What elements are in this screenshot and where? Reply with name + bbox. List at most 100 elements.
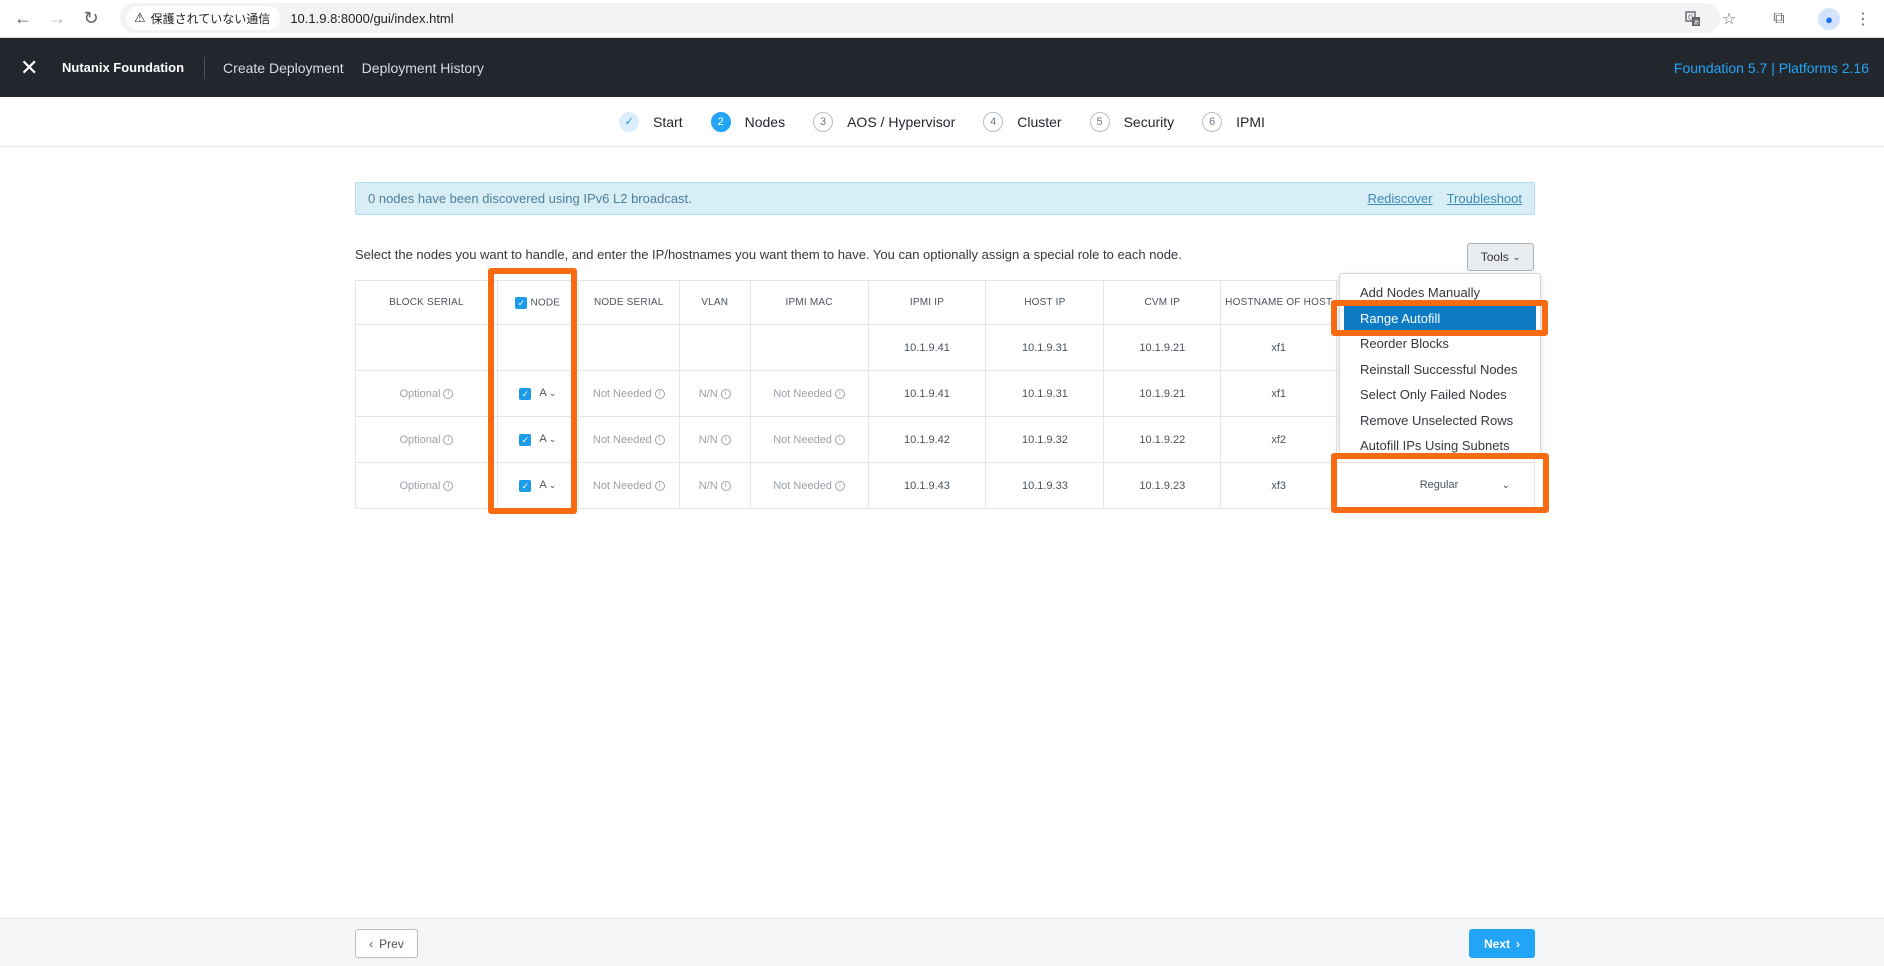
ipmi-ip-cell[interactable]: 10.1.9.42: [867, 416, 987, 463]
step-cluster[interactable]: 4 Cluster: [983, 111, 1062, 132]
forward-button[interactable]: →: [40, 2, 74, 36]
select-all-checkbox[interactable]: ✓: [515, 296, 528, 309]
nav-deployment-history[interactable]: Deployment History: [362, 60, 484, 76]
block-serial-placeholder: Optional: [399, 479, 441, 492]
app-header: ✕ Nutanix Foundation Create Deployment D…: [0, 38, 1884, 97]
col-header-ipmi-ip: IPMI IP: [867, 280, 987, 325]
col-header-node-label: NODE: [530, 297, 561, 309]
node-position[interactable]: A: [539, 387, 546, 399]
cvm-ip-cell[interactable]: 10.1.9.21: [1103, 370, 1222, 417]
back-button[interactable]: ←: [6, 2, 40, 36]
node-serial-cell[interactable]: Not Needed i: [577, 462, 680, 509]
autofill-vlan[interactable]: [678, 324, 751, 371]
nav-create-deployment[interactable]: Create Deployment: [223, 60, 344, 76]
row-checkbox[interactable]: ✓: [519, 387, 532, 400]
menu-item-range-autofill[interactable]: Range Autofill: [1344, 305, 1536, 331]
node-serial-placeholder: Not Needed: [592, 479, 652, 492]
host-ip-cell[interactable]: 10.1.9.33: [985, 462, 1105, 509]
translate-icon[interactable]: Gあ: [1676, 2, 1710, 36]
block-serial-cell[interactable]: Optional i: [355, 462, 498, 509]
autofill-node-serial[interactable]: [577, 324, 680, 371]
ipmi-mac-cell[interactable]: Not Needed i: [749, 370, 869, 417]
autofill-block-serial[interactable]: [355, 324, 498, 371]
bookmark-star-icon[interactable]: ☆: [1712, 2, 1746, 36]
role-select-value: Regular: [1419, 479, 1459, 491]
autofill-ipmi-mac[interactable]: [749, 324, 869, 371]
next-button[interactable]: Next ›: [1469, 929, 1535, 958]
menu-item-add-nodes-manually[interactable]: Add Nodes Manually: [1340, 280, 1540, 306]
vlan-cell[interactable]: N/N i: [678, 462, 751, 509]
step-security[interactable]: 5 Security: [1089, 111, 1174, 132]
ipmi-ip-cell[interactable]: 10.1.9.41: [867, 370, 987, 417]
menu-item-remove-unselected-rows[interactable]: Remove Unselected Rows: [1340, 408, 1540, 434]
discovery-alert: 0 nodes have been discovered using IPv6 …: [355, 182, 1535, 215]
browser-menu-icon[interactable]: ⋮: [1846, 2, 1880, 36]
node-cell[interactable]: ✓ A ⌄: [496, 416, 579, 463]
nutanix-logo-icon[interactable]: ✕: [20, 56, 44, 79]
menu-item-autofill-ips-using-subnets[interactable]: Autofill IPs Using Subnets: [1340, 433, 1540, 459]
next-label: Next: [1483, 936, 1510, 951]
ipmi-mac-cell[interactable]: Not Needed i: [749, 416, 869, 463]
header-divider: [204, 56, 206, 79]
hostname-cell[interactable]: xf3: [1220, 462, 1338, 509]
url-text[interactable]: 10.1.9.8:8000/gui/index.html: [290, 11, 453, 26]
hostname-cell[interactable]: xf1: [1220, 370, 1338, 417]
block-serial-placeholder: Optional: [399, 433, 441, 446]
chevron-down-icon: ⌄: [1501, 479, 1510, 491]
vlan-cell[interactable]: N/N i: [678, 416, 751, 463]
profile-avatar[interactable]: ●: [1812, 2, 1846, 36]
rediscover-link[interactable]: Rediscover: [1368, 191, 1433, 206]
step-ipmi[interactable]: 6 IPMI: [1202, 111, 1265, 132]
step-nodes[interactable]: 2 Nodes: [710, 111, 785, 132]
ipmi-ip-cell[interactable]: 10.1.9.43: [867, 462, 987, 509]
autofill-cvm-ip[interactable]: 10.1.9.21: [1103, 324, 1222, 371]
tools-dropdown-button[interactable]: Tools ⌄: [1467, 243, 1534, 271]
row-checkbox[interactable]: ✓: [519, 433, 532, 446]
troubleshoot-link[interactable]: Troubleshoot: [1447, 191, 1522, 206]
menu-item-reorder-blocks[interactable]: Reorder Blocks: [1340, 331, 1540, 357]
brand-name: Nutanix Foundation: [62, 60, 185, 75]
autofill-ipmi-ip[interactable]: 10.1.9.41: [867, 324, 987, 371]
step-aos-hypervisor[interactable]: 3 AOS / Hypervisor: [813, 111, 956, 132]
security-chip[interactable]: ⚠ 保護されていない通信: [126, 6, 281, 30]
extensions-icon[interactable]: ⧉: [1762, 2, 1796, 36]
block-serial-cell[interactable]: Optional i: [355, 416, 498, 463]
role-select[interactable]: Regular ⌄: [1344, 470, 1534, 500]
col-header-host-ip: HOST IP: [985, 280, 1105, 325]
menu-item-reinstall-successful-nodes[interactable]: Reinstall Successful Nodes: [1340, 357, 1540, 383]
chevron-down-icon[interactable]: ⌄: [549, 480, 557, 490]
block-serial-cell[interactable]: Optional i: [355, 370, 498, 417]
node-cell[interactable]: ✓ A ⌄: [496, 370, 579, 417]
step-label: Start: [653, 113, 683, 130]
autofill-hostname[interactable]: xf1: [1220, 324, 1338, 371]
info-icon: i: [654, 480, 665, 491]
chevron-down-icon: ⌄: [1512, 251, 1521, 262]
node-serial-cell[interactable]: Not Needed i: [577, 416, 680, 463]
col-header-node[interactable]: ✓ NODE: [496, 280, 579, 325]
address-bar[interactable]: ⚠ 保護されていない通信 10.1.9.8:8000/gui/index.htm…: [120, 3, 1720, 33]
menu-item-select-only-failed-nodes[interactable]: Select Only Failed Nodes: [1340, 382, 1540, 408]
step-label: AOS / Hypervisor: [847, 113, 956, 130]
version-label[interactable]: Foundation 5.7 | Platforms 2.16: [1674, 60, 1869, 76]
chevron-down-icon[interactable]: ⌄: [549, 388, 557, 398]
row-checkbox[interactable]: ✓: [519, 479, 532, 492]
reload-button[interactable]: ↻: [74, 2, 108, 36]
info-icon: i: [443, 434, 454, 445]
node-cell[interactable]: ✓ A ⌄: [496, 462, 579, 509]
autofill-host-ip[interactable]: 10.1.9.31: [985, 324, 1105, 371]
vlan-placeholder: N/N: [698, 387, 718, 400]
cvm-ip-cell[interactable]: 10.1.9.22: [1103, 416, 1222, 463]
host-ip-cell[interactable]: 10.1.9.32: [985, 416, 1105, 463]
step-start[interactable]: ✓ Start: [619, 111, 683, 132]
wizard-footer: ‹ Prev Next ›: [0, 918, 1884, 966]
node-position[interactable]: A: [539, 479, 546, 491]
node-position[interactable]: A: [539, 433, 546, 445]
host-ip-cell[interactable]: 10.1.9.31: [985, 370, 1105, 417]
hostname-cell[interactable]: xf2: [1220, 416, 1338, 463]
node-serial-cell[interactable]: Not Needed i: [577, 370, 680, 417]
chevron-down-icon[interactable]: ⌄: [549, 434, 557, 444]
vlan-cell[interactable]: N/N i: [678, 370, 751, 417]
prev-button[interactable]: ‹ Prev: [355, 929, 418, 958]
ipmi-mac-cell[interactable]: Not Needed i: [749, 462, 869, 509]
cvm-ip-cell[interactable]: 10.1.9.23: [1103, 462, 1222, 509]
